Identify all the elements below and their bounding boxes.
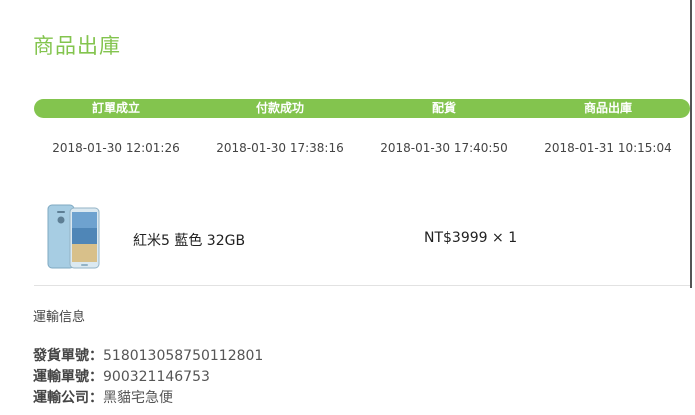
progress-time-ordered: 2018-01-30 12:01:26 (52, 141, 180, 155)
progress-time-shipped: 2018-01-31 10:15:04 (544, 141, 672, 155)
shipping-label-tracking-number: 運輸單號： (33, 369, 103, 385)
shipping-row-tracking-number: 運輸單號：900321146753 (33, 366, 210, 386)
progress-step-ordered: 訂單成立 (91, 101, 140, 115)
shipping-label-carrier: 運輸公司： (33, 390, 103, 406)
phone-image[interactable] (46, 202, 101, 270)
progress-step-shipped: 商品出庫 (583, 101, 632, 115)
shipping-value-dispatch-number: 518013058750112801 (103, 348, 264, 364)
shipping-row-dispatch-number: 發貨單號：518013058750112801 (33, 345, 263, 365)
progress-step-packing: 配貨 (431, 101, 456, 115)
shipping-value-carrier: 黑貓宅急便 (103, 390, 173, 406)
shipping-value-tracking-number: 900321146753 (103, 369, 210, 385)
product-price-quantity: NT$3999 × 1 (424, 230, 518, 246)
shipping-label-dispatch-number: 發貨單號： (33, 348, 103, 364)
right-divider (690, 0, 692, 288)
progress-time-paid: 2018-01-30 17:38:16 (216, 141, 344, 155)
shipping-row-carrier: 運輸公司：黑貓宅急便 (33, 387, 173, 407)
page-title: 商品出庫 (33, 34, 121, 58)
product-row: 紅米5 藍色 32GB NT$3999 × 1 (34, 190, 690, 286)
product-name[interactable]: 紅米5 藍色 32GB (133, 230, 245, 250)
progress-step-paid: 付款成功 (255, 101, 304, 115)
order-progress-bar: 訂單成立 付款成功 配貨 商品出庫 (34, 99, 690, 118)
progress-time-packing: 2018-01-30 17:40:50 (380, 141, 508, 155)
shipping-info-heading: 運輸信息 (33, 310, 86, 325)
